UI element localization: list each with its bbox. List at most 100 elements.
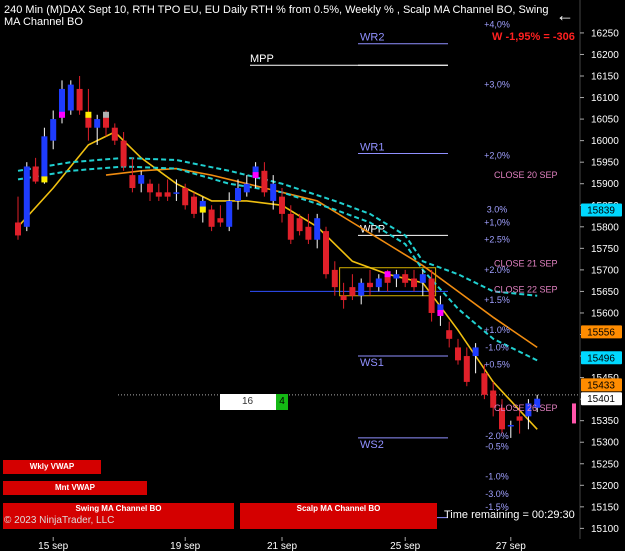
y-tick-label: 15600 [591,308,619,319]
back-arrow-icon[interactable]: ← [556,5,574,26]
current-bar-marker [572,403,576,424]
x-tick-label: 19 sep [170,541,200,551]
candle-body [191,196,197,214]
candle-body [235,188,241,201]
y-tick-label: 15200 [591,481,619,492]
candle-body [296,218,303,232]
y-tick-label: 15300 [591,438,619,449]
chart-title: 240 Min (M)DAX Sept 10, RTH TPO EU, EU D… [4,4,549,28]
candle-body [111,127,118,141]
close-level-label: CLOSE 22 SEP [494,284,558,294]
candle-body [349,287,356,296]
close-level-label: CLOSE 20 SEP [494,170,558,180]
candle-body [367,282,373,288]
signal-marker [103,111,109,118]
pct-level-label: -0.5% [485,442,509,452]
candle-body [41,136,48,180]
y-tick-label: 15750 [591,244,619,255]
candle-body [481,373,488,395]
close-level-label: CLOSE 26 SEP [494,403,558,413]
y-tick-label: 15900 [591,179,619,190]
pct-level-label: -2.0% [485,431,509,441]
pct-level-label: +2.5% [484,235,510,245]
x-tick-label: 15 sep [38,541,68,551]
x-tick-label: 27 sep [496,541,526,551]
price-marker-text: 15496 [587,353,615,364]
candle-body [243,183,250,193]
pivot-level-label: WS2 [360,439,384,451]
mnt-vwap-button[interactable]: Mnt VWAP [3,481,147,495]
pct-level-label: -3.0% [485,489,509,499]
candle-body [340,295,347,301]
candle-body [393,274,400,279]
candle-body [516,416,523,421]
candle-body [15,222,21,236]
y-tick-label: 16250 [591,28,619,39]
scalp-ma-channel-button[interactable]: Scalp MA Channel BO [240,503,437,529]
candle-body [76,88,83,111]
candle-body [463,356,470,382]
pct-level-label: +1.0% [484,325,510,335]
candle-body [455,347,461,361]
pivot-level-label: WR1 [360,142,384,154]
pct-level-label: -1.0% [485,472,509,482]
y-tick-label: 15950 [591,158,619,169]
close-level-label: CLOSE 21 SEP [494,258,558,268]
candle-body [173,192,180,194]
candle-body [226,200,233,227]
y-tick-label: 16050 [591,115,619,126]
signal-marker [41,176,48,183]
candle-body [279,196,285,214]
y-tick-label: 15700 [591,265,619,276]
candle-body [446,330,453,339]
bar-state-value: 4 [276,394,288,410]
pct-level-label: +2,0% [484,151,510,161]
fast-ma-line [17,131,538,430]
y-tick-label: 16000 [591,136,619,147]
y-tick-label: 16150 [591,72,619,83]
time-remaining: Time remaining = 00:29:30 [444,509,575,521]
pct-level-label: +3,0% [484,80,510,90]
y-tick-label: 15250 [591,459,619,470]
candle-body [428,278,435,313]
price-marker-text: 15556 [587,327,615,338]
y-tick-label: 16100 [591,93,619,104]
pct-level-label: -1.0% [485,342,509,352]
candle-body [402,274,409,283]
y-tick-label: 15150 [591,502,619,513]
signal-marker [437,309,444,316]
signal-marker [199,206,206,213]
candle-body [472,347,479,357]
candle-body [32,166,39,182]
x-tick-label: 25 sep [390,541,420,551]
candle-body [129,175,136,189]
signal-marker [384,271,391,278]
wkly-vwap-button[interactable]: Wkly VWAP [3,460,101,474]
price-marker-text: 15401 [587,394,615,405]
weekly-change-label: W -1,95% = -306 [492,31,575,43]
candle-body [94,119,101,128]
candle-body [50,119,57,141]
candle-body [287,213,294,240]
candle-body [305,226,312,240]
candle-body [182,188,189,206]
price-marker-text: 15839 [587,205,615,216]
pivot-level-label: WS1 [360,357,384,369]
pct-level-label: +1.5% [484,295,510,305]
candle-body [375,278,382,288]
y-tick-label: 15800 [591,222,619,233]
pct-level-label: 3.0% [487,205,508,215]
candle-body [23,166,30,227]
pct-level-label: +0.5% [484,360,510,370]
candle-body [208,209,215,227]
pivot-level-label: WR2 [360,32,384,44]
candle-body [270,183,277,201]
candle-body [314,218,321,240]
signal-marker [85,111,92,118]
candle-body [419,274,426,283]
candle-body [411,278,417,288]
scalp-channel-upper [17,156,538,297]
candle-body [147,183,153,193]
x-tick-label: 21 sep [267,541,297,551]
signal-marker [252,172,259,179]
